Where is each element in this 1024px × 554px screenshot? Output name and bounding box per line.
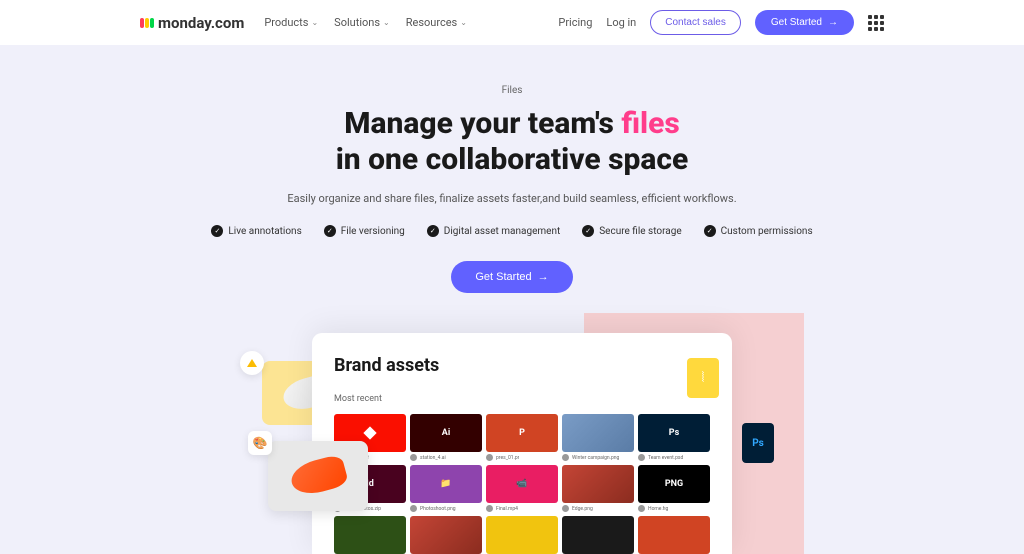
file-name-label: Final.mp4 <box>496 506 518 512</box>
arrow-right-icon: → <box>538 271 549 283</box>
google-drive-badge-icon <box>240 351 264 375</box>
check-icon: ✓ <box>582 225 594 237</box>
eyebrow: Files <box>0 85 1024 96</box>
avatar-icon <box>638 505 645 512</box>
avatar-icon <box>486 454 493 461</box>
avatar-icon <box>638 454 645 461</box>
file-name-label: Home.fig <box>648 506 668 512</box>
file-meta: Edge.png <box>562 505 634 512</box>
file-thumbnail <box>562 465 634 503</box>
file-item[interactable]: PNG Home.fig <box>638 465 710 512</box>
file-thumbnail <box>638 516 710 554</box>
product-card-gray <box>268 441 368 511</box>
file-thumbnail: Ai <box>410 414 482 452</box>
file-item[interactable]: Winter campaign.png <box>562 414 634 461</box>
file-item[interactable]: Ps Team event.psd <box>638 414 710 461</box>
zip-file-badge-icon: ⦚ <box>687 358 719 398</box>
file-thumbnail <box>410 516 482 554</box>
file-name-label: station_4.ai <box>420 455 446 461</box>
file-thumbnail <box>486 516 558 554</box>
header-right: Pricing Log in Contact sales Get Started… <box>558 10 884 35</box>
file-meta: Final.mp4 <box>486 505 558 512</box>
file-name-label: Team event.psd <box>648 455 683 461</box>
feature-item: ✓Live annotations <box>211 225 301 237</box>
pricing-link[interactable]: Pricing <box>558 16 592 29</box>
file-meta: Winter campaign.png <box>562 454 634 461</box>
file-item[interactable]: 📹 Final.mp4 <box>486 465 558 512</box>
main-header: monday.com Products⌄ Solutions⌄ Resource… <box>0 0 1024 45</box>
file-thumbnail: 📹 <box>486 465 558 503</box>
file-item[interactable]: 📁 Photoshoot.png <box>410 465 482 512</box>
file-thumbnail: 📁 <box>410 465 482 503</box>
avatar-icon <box>562 505 569 512</box>
contact-sales-button[interactable]: Contact sales <box>650 10 741 35</box>
file-item[interactable]: Ai station_4.ai <box>410 414 482 461</box>
login-link[interactable]: Log in <box>606 16 636 29</box>
nav-resources[interactable]: Resources⌄ <box>406 16 467 29</box>
file-panel: Brand assets Most recent ID copy.pdfAist… <box>312 333 732 554</box>
avatar-icon <box>410 454 417 461</box>
chevron-down-icon: ⌄ <box>311 18 318 27</box>
avatar-icon <box>410 505 417 512</box>
header-left: monday.com Products⌄ Solutions⌄ Resource… <box>140 14 467 32</box>
file-item[interactable]: Ppres_01.pr <box>486 414 558 461</box>
nav-solutions[interactable]: Solutions⌄ <box>334 16 390 29</box>
hero-title: Manage your team's files in one collabor… <box>0 106 1024 178</box>
mockup-area: Ps ⦚ 🎨 Brand assets Most recent ID copy.… <box>0 333 1024 554</box>
check-icon: ✓ <box>704 225 716 237</box>
file-name-label: Photoshoot.png <box>420 506 456 512</box>
feature-item: ✓Secure file storage <box>582 225 681 237</box>
nav-products[interactable]: Products⌄ <box>264 16 318 29</box>
file-meta: Team event.psd <box>638 454 710 461</box>
get-started-button[interactable]: Get Started→ <box>755 10 854 35</box>
feature-item: ✓File versioning <box>324 225 405 237</box>
check-icon: ✓ <box>211 225 223 237</box>
color-picker-badge-icon: 🎨 <box>248 431 272 455</box>
photoshop-badge-icon: Ps <box>742 423 774 463</box>
avatar-icon <box>486 505 493 512</box>
file-grid: ID copy.pdfAistation_4.aiPpres_01.prWint… <box>334 414 710 554</box>
file-thumbnail <box>334 516 406 554</box>
file-thumbnail <box>562 414 634 452</box>
logo-text: monday.com <box>158 14 244 32</box>
chevron-down-icon: ⌄ <box>383 18 390 27</box>
avatar-icon <box>562 454 569 461</box>
chevron-down-icon: ⌄ <box>460 18 467 27</box>
file-meta: pres_01.pr <box>486 454 558 461</box>
logo-icon <box>140 18 154 28</box>
feature-list: ✓Live annotations ✓File versioning ✓Digi… <box>0 225 1024 237</box>
main-nav: Products⌄ Solutions⌄ Resources⌄ <box>264 16 467 29</box>
panel-section-label: Most recent <box>334 394 710 404</box>
hero-cta-button[interactable]: Get Started → <box>451 261 572 293</box>
file-item[interactable] <box>410 516 482 554</box>
hero-subtitle: Easily organize and share files, finaliz… <box>0 192 1024 205</box>
file-thumbnail: P <box>486 414 558 452</box>
file-meta: station_4.ai <box>410 454 482 461</box>
file-thumbnail <box>562 516 634 554</box>
hero-section: Files Manage your team's files in one co… <box>0 45 1024 554</box>
file-meta: Home.fig <box>638 505 710 512</box>
apps-grid-icon[interactable] <box>868 15 884 31</box>
file-item[interactable] <box>638 516 710 554</box>
file-item[interactable] <box>334 516 406 554</box>
feature-item: ✓Custom permissions <box>704 225 813 237</box>
file-thumbnail: Ps <box>638 414 710 452</box>
feature-item: ✓Digital asset management <box>427 225 560 237</box>
check-icon: ✓ <box>427 225 439 237</box>
check-icon: ✓ <box>324 225 336 237</box>
file-item[interactable]: Edge.png <box>562 465 634 512</box>
file-name-label: pres_01.pr <box>496 455 519 461</box>
file-item[interactable] <box>562 516 634 554</box>
file-item[interactable] <box>486 516 558 554</box>
panel-title: Brand assets <box>334 355 710 376</box>
file-name-label: Edge.png <box>572 506 593 512</box>
file-name-label: Winter campaign.png <box>572 455 619 461</box>
shoe-image <box>287 453 348 498</box>
file-thumbnail: PNG <box>638 465 710 503</box>
arrow-right-icon: → <box>828 17 838 28</box>
logo[interactable]: monday.com <box>140 14 244 32</box>
file-meta: Photoshoot.png <box>410 505 482 512</box>
